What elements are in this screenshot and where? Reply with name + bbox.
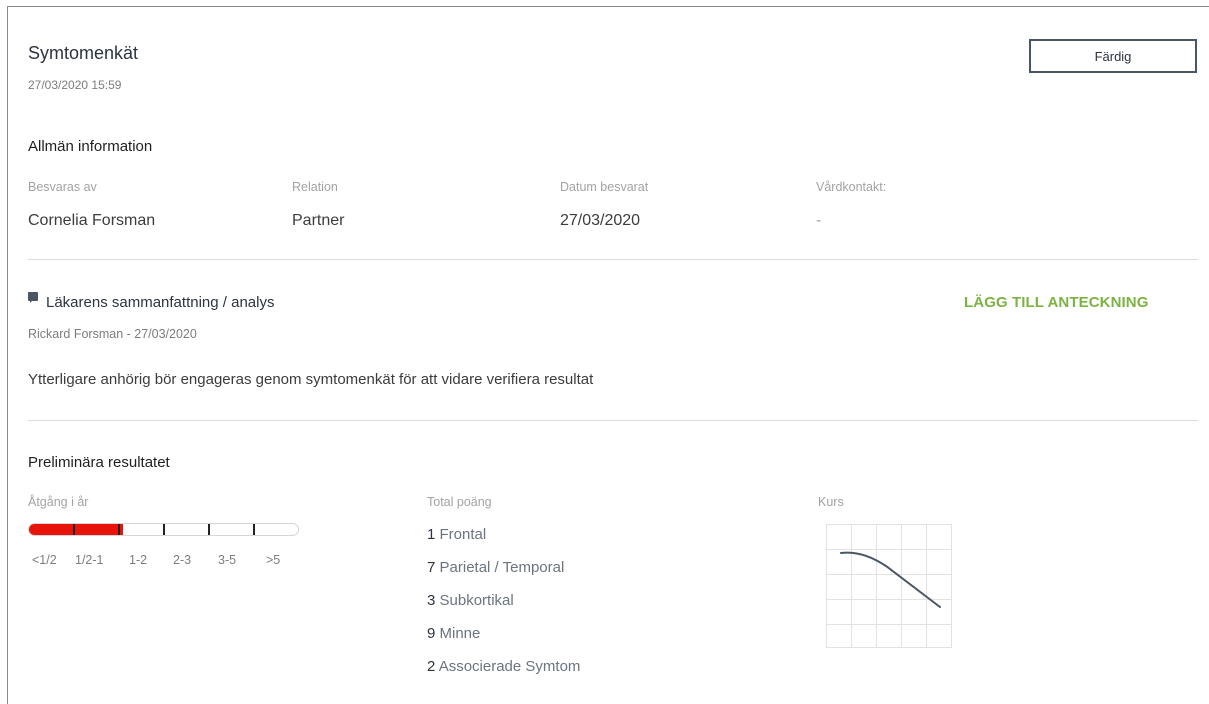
total-score-label: Total poäng — [427, 495, 492, 509]
care-contact-label: Vårdkontakt: — [816, 180, 887, 194]
score-item: 1 Frontal — [427, 526, 486, 543]
course-chart-grid — [826, 524, 952, 648]
score-item: 3 Subkortikal — [427, 592, 514, 609]
page-timestamp: 27/03/2020 15:59 — [28, 78, 122, 92]
relation-value: Partner — [292, 212, 345, 229]
done-button[interactable]: Färdig — [1029, 39, 1197, 73]
score-value: 7 — [427, 559, 436, 576]
results-heading: Preliminära resultatet — [28, 454, 170, 471]
progression-tick — [163, 524, 165, 535]
scale-label: 1-2 — [129, 553, 148, 567]
answered-by-label: Besvaras av — [28, 180, 97, 194]
scale-label: 1/2-1 — [75, 553, 104, 567]
answered-by-value: Cornelia Forsman — [28, 212, 156, 229]
relation-label: Relation — [292, 180, 338, 194]
date-answered-label: Datum besvarat — [560, 180, 649, 194]
score-name: Parietal / Temporal — [439, 559, 565, 576]
date-answered-value: 27/03/2020 — [560, 212, 641, 229]
comment-icon — [28, 292, 38, 303]
summary-text: Ytterligare anhörig bör engageras genom … — [28, 371, 594, 388]
score-value: 3 — [427, 592, 436, 609]
progression-bar-fill — [29, 524, 123, 535]
summary-heading: Läkarens sammanfattning / analys — [46, 294, 275, 311]
score-name: Minne — [439, 625, 481, 642]
progression-bar — [28, 523, 299, 536]
scale-label: 2-3 — [173, 553, 192, 567]
score-name: Associerade Symtom — [438, 658, 581, 675]
score-item: 7 Parietal / Temporal — [427, 559, 564, 576]
scale-label: >5 — [266, 553, 281, 567]
course-chart — [826, 524, 952, 648]
progression-tick — [208, 524, 210, 535]
course-trend-line — [840, 551, 941, 608]
score-value: 9 — [427, 625, 436, 642]
summary-author: Rickard Forsman - 27/03/2020 — [28, 327, 197, 341]
scale-label: <1/2 — [32, 553, 57, 567]
score-name: Frontal — [439, 526, 487, 543]
divider — [28, 259, 1198, 260]
care-contact-value: - — [816, 212, 822, 229]
score-name: Subkortikal — [439, 592, 514, 609]
progression-tick — [118, 524, 120, 535]
page-title: Symtomenkät — [28, 43, 139, 63]
score-value: 2 — [427, 658, 436, 675]
progression-tick — [73, 524, 75, 535]
score-item: 9 Minne — [427, 625, 480, 642]
course-label: Kurs — [818, 495, 844, 509]
progression-label: Åtgång i år — [28, 495, 89, 509]
score-value: 1 — [427, 526, 436, 543]
general-info-heading: Allmän information — [28, 138, 153, 155]
divider — [28, 420, 1198, 421]
progression-tick — [253, 524, 255, 535]
scale-label: 3-5 — [218, 553, 237, 567]
card-frame — [7, 6, 1209, 704]
score-item: 2 Associerade Symtom — [427, 658, 580, 675]
add-note-link[interactable]: LÄGG TILL ANTECKNING — [964, 294, 1149, 311]
